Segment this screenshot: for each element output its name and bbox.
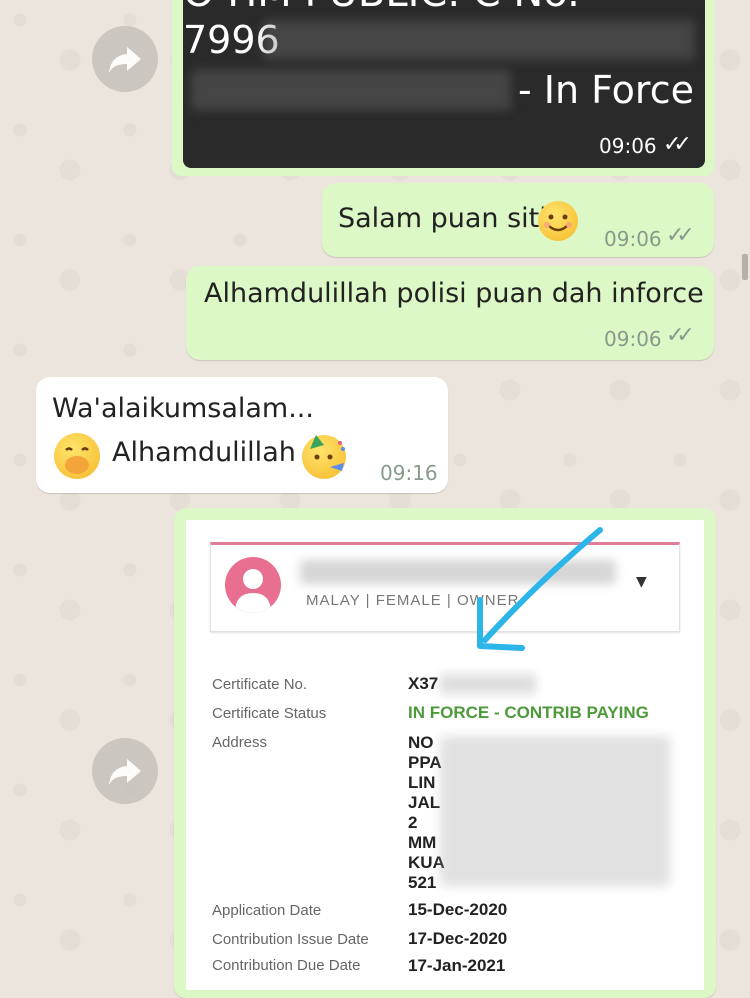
message-text-line2: Alhamdulillah [112,437,296,468]
avatar [225,557,281,613]
smiling-face-emoji-icon [538,201,578,241]
redacted-address [440,736,670,886]
certificate-no-value: X37 [408,674,439,693]
image-text-line3: - In Force [518,68,694,112]
message-bubble-incoming[interactable]: Wa'alaikumsalam... Alhamdulillah 09:16 [36,377,448,493]
address-line: 521 [408,873,437,892]
contribution-due-date-value: 17-Jan-2021 [408,956,506,975]
contribution-issue-date-value: 17-Dec-2020 [408,929,508,948]
contribution-due-date-label: Contribution Due Date [212,957,361,974]
forward-icon [109,47,141,73]
address-line: MM [408,833,437,852]
address-line: 2 [408,813,418,832]
redacted-text [191,70,511,110]
read-receipt-icon: ✓✓ [663,132,692,157]
redacted-text [263,20,695,60]
message-time: 09:06 [604,227,662,251]
application-date-label: Application Date [212,902,322,919]
message-bubble-outgoing[interactable]: Alhamdulillah polisi puan dah inforce 09… [186,266,714,360]
image-time: 09:06 [599,134,657,158]
message-time: 09:16 [380,461,438,485]
message-time: 09:06 [604,327,662,351]
message-bubble-outgoing[interactable]: Salam puan siti 09:06 ✓✓ [322,183,714,257]
message-text: Alhamdulillah polisi puan dah inforce [204,278,704,309]
address-label: Address [212,734,268,751]
read-receipt-icon: ✓✓ [666,223,695,248]
redacted-text [440,674,536,694]
read-receipt-icon: ✓✓ [666,323,695,348]
message-text: Salam puan siti [338,203,547,234]
face-with-hand-over-mouth-emoji-icon [54,433,100,479]
forward-button[interactable] [92,26,158,92]
arrow-annotation-icon [477,527,603,651]
partying-face-emoji-icon [302,435,346,479]
chevron-down-icon[interactable]: ▼ [636,574,647,590]
message-text-line1: Wa'alaikumsalam... [52,393,314,424]
certificate-no-label: Certificate No. [212,676,308,693]
scrollbar-thumb[interactable] [742,254,748,280]
contribution-issue-date-label: Contribution Issue Date [212,931,369,948]
image-text-line1: O HM PUBLIC. C No. [183,0,580,16]
certificate-status-value: IN FORCE - CONTRIB PAYING [408,703,649,722]
address-line: LIN [408,773,436,792]
address-line: JAL [408,793,441,812]
address-line: PPA [408,753,442,772]
application-date-value: 15-Dec-2020 [408,900,508,919]
forwarded-image[interactable]: O HM PUBLIC. C No. 7996 - In Force 09:06… [183,0,705,168]
certificate-status-label: Certificate Status [212,705,327,722]
address-line: NO [408,733,434,752]
forward-button[interactable] [92,738,158,804]
forward-icon [109,759,141,785]
